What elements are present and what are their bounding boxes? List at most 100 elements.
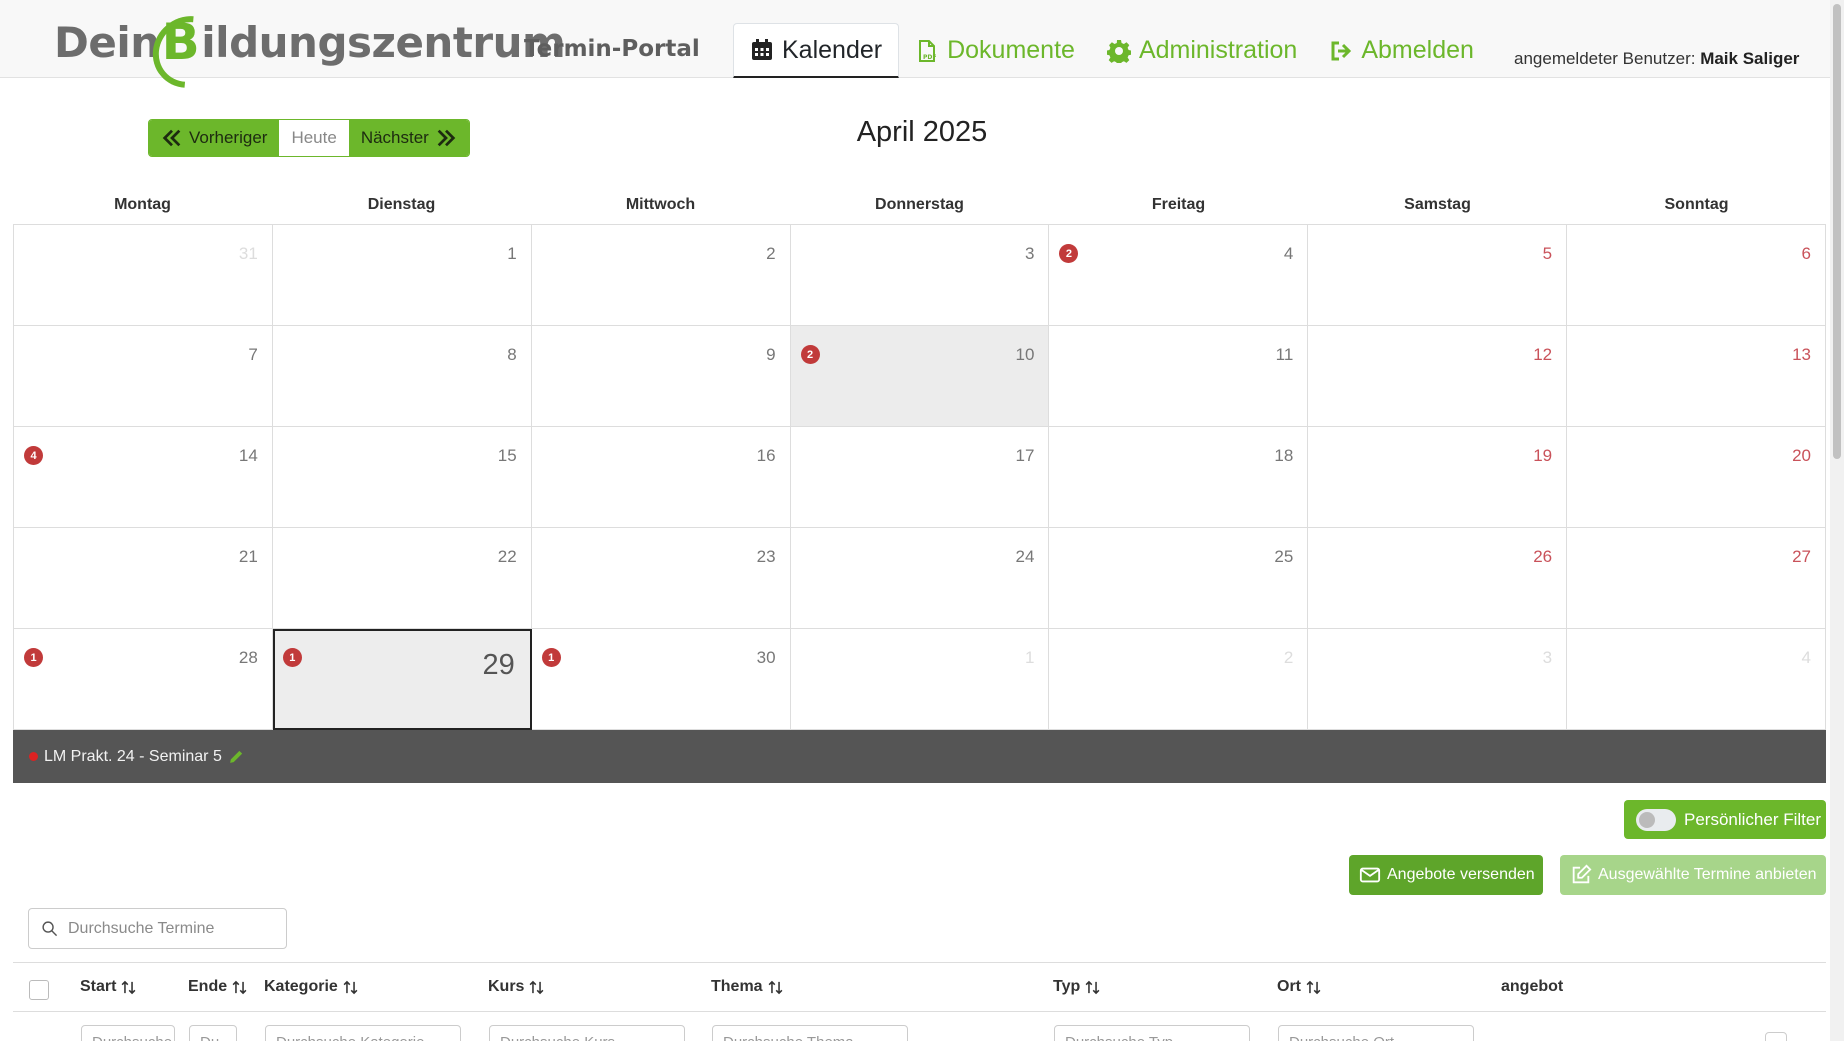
calendar-day-cell[interactable]: 25 <box>1049 528 1309 629</box>
personal-filter-toggle[interactable]: Persönlicher Filter <box>1624 800 1826 839</box>
page-scrollbar[interactable] <box>1830 0 1844 1041</box>
calendar-day-cell[interactable]: 12 <box>1308 326 1568 427</box>
column-filter-input[interactable]: Durchsuche Typ <box>1054 1025 1250 1041</box>
calendar-day-cell[interactable]: 27 <box>1567 528 1826 629</box>
column-filter-input[interactable]: Durchsuche Thema <box>712 1025 908 1041</box>
calendar-day-cell[interactable]: 20 <box>1567 427 1826 528</box>
calendar-day-cell[interactable]: 26 <box>1308 528 1568 629</box>
calendar-day-cell[interactable]: 1 <box>272 225 532 326</box>
nav-abmelden[interactable]: Abmelden <box>1313 23 1490 78</box>
event-status-dot <box>29 752 38 761</box>
calendar-day-cell[interactable]: 13 <box>1567 326 1826 427</box>
nav-kalender[interactable]: Kalender <box>733 23 900 78</box>
day-number: 16 <box>756 446 776 465</box>
calendar-day-cell[interactable]: 9 <box>531 326 791 427</box>
column-filter-input[interactable]: Durchsuche Ort <box>1278 1025 1474 1041</box>
calendar-day-cell[interactable]: 11 <box>1049 326 1309 427</box>
weekday-label: Donnerstag <box>875 196 964 213</box>
calendar-day-cell[interactable]: 22 <box>272 528 532 629</box>
column-header-label: Kategorie <box>264 978 338 995</box>
selected-day-events: LM Prakt. 24 - Seminar 5 <box>13 730 1826 783</box>
column-header[interactable]: angebot <box>1501 978 1563 996</box>
calendar-day-cell[interactable]: 7 <box>14 326 273 427</box>
logged-in-user: angemeldeter Benutzer: Maik Saliger <box>1514 49 1799 69</box>
nav-dokumente[interactable]: PDF Dokumente <box>899 23 1091 78</box>
column-header[interactable]: Ende <box>188 978 248 996</box>
day-number: 21 <box>238 547 258 566</box>
column-header[interactable]: Kategorie <box>264 978 359 996</box>
day-number: 10 <box>1015 345 1035 364</box>
calendar-day-cell[interactable]: 5 <box>1308 225 1568 326</box>
nav-kalender-label: Kalender <box>782 35 883 64</box>
day-number: 8 <box>507 345 517 364</box>
column-header-label: Kurs <box>488 978 525 995</box>
portal-title: Termin-Portal <box>524 36 700 62</box>
calendar-day-cell[interactable]: 19 <box>1308 427 1568 528</box>
calendar-day-cell[interactable]: 2 <box>1049 629 1309 730</box>
calendar-day-cell[interactable]: 24 <box>790 528 1050 629</box>
day-number: 14 <box>238 446 258 465</box>
column-filter-input[interactable]: Durchsuche <box>81 1025 175 1041</box>
calendar-day-cell[interactable]: 21 <box>14 528 273 629</box>
column-header-label: Thema <box>711 978 763 995</box>
day-number: 1 <box>1024 648 1035 667</box>
column-header-label: Typ <box>1053 978 1081 995</box>
column-filter-input[interactable]: Durchsuche Kurs <box>489 1025 685 1041</box>
svg-text:PDF: PDF <box>923 54 936 61</box>
row-checkbox[interactable] <box>1765 1032 1787 1041</box>
send-offers-button[interactable]: Angebote versenden <box>1349 855 1543 895</box>
nav-administration[interactable]: Administration <box>1091 23 1313 78</box>
calendar-day-cell[interactable]: 23 <box>531 528 791 629</box>
calendar-day-cell[interactable]: 24 <box>1049 225 1309 326</box>
day-number: 9 <box>766 345 776 364</box>
column-filter-input[interactable]: Durchsuche Kategorie <box>265 1025 461 1041</box>
column-header-label: Ort <box>1277 978 1301 995</box>
column-header[interactable]: Thema <box>711 978 784 996</box>
day-number: 23 <box>756 547 776 566</box>
calendar-day-cell[interactable]: 8 <box>272 326 532 427</box>
day-number: 22 <box>497 547 517 566</box>
toggle-switch[interactable] <box>1636 808 1676 831</box>
calendar-day-cell[interactable]: 3 <box>1308 629 1568 730</box>
sort-icon <box>1085 980 1100 994</box>
pdf-file-icon: PDF <box>919 39 937 62</box>
event-count-badge: 1 <box>24 648 43 667</box>
calendar-day-cell[interactable]: 4 <box>1567 629 1826 730</box>
calendar-day-cell[interactable]: 1 28 <box>14 629 273 730</box>
column-filter-input[interactable]: Du <box>189 1025 237 1041</box>
calendar-day-cell[interactable]: 1 30 <box>531 629 791 730</box>
envelope-icon <box>1359 867 1381 883</box>
calendar-day-cell[interactable]: 16 <box>531 427 791 528</box>
day-number: 17 <box>1015 446 1035 465</box>
logo[interactable]: Dein B ildungszentrum <box>54 12 566 72</box>
calendar-day-cell[interactable]: 15 <box>272 427 532 528</box>
calendar-day-cell[interactable]: 18 <box>1049 427 1309 528</box>
calendar-day-cell[interactable]: 17 <box>790 427 1050 528</box>
pencil-icon[interactable] <box>228 748 245 765</box>
day-number: 13 <box>1792 345 1811 364</box>
calendar-day-cell[interactable]: 31 <box>14 225 273 326</box>
column-header[interactable]: Kurs <box>488 978 545 996</box>
search-input[interactable] <box>68 919 268 938</box>
calendar-day-cell[interactable]: 3 <box>790 225 1050 326</box>
send-offers-label: Angebote versenden <box>1387 866 1535 883</box>
search-icon <box>42 921 58 937</box>
day-number: 25 <box>1274 547 1294 566</box>
calendar-day-cell[interactable]: 1 <box>790 629 1050 730</box>
calendar-day-cell[interactable]: 6 <box>1567 225 1826 326</box>
column-header[interactable]: Ort <box>1277 978 1322 996</box>
day-number: 26 <box>1533 547 1553 566</box>
calendar-day-cell[interactable]: 1 29 <box>272 629 532 730</box>
calendar-day-cell[interactable]: 2 <box>531 225 791 326</box>
calendar-day-cell[interactable]: 4 14 <box>14 427 273 528</box>
sign-out-icon <box>1331 41 1352 60</box>
select-all-checkbox[interactable] <box>29 980 49 1000</box>
offer-selected-button[interactable]: Ausgewählte Termine anbieten <box>1560 855 1826 895</box>
event-title[interactable]: LM Prakt. 24 - Seminar 5 <box>44 748 222 766</box>
calendar-day-cell[interactable]: 2 10 <box>790 326 1050 427</box>
sort-icon <box>768 980 783 994</box>
column-header[interactable]: Typ <box>1053 978 1101 996</box>
user-label: angemeldeter Benutzer: <box>1514 49 1696 68</box>
column-header[interactable]: Start <box>80 978 137 996</box>
scrollbar-thumb[interactable] <box>1833 4 1841 459</box>
